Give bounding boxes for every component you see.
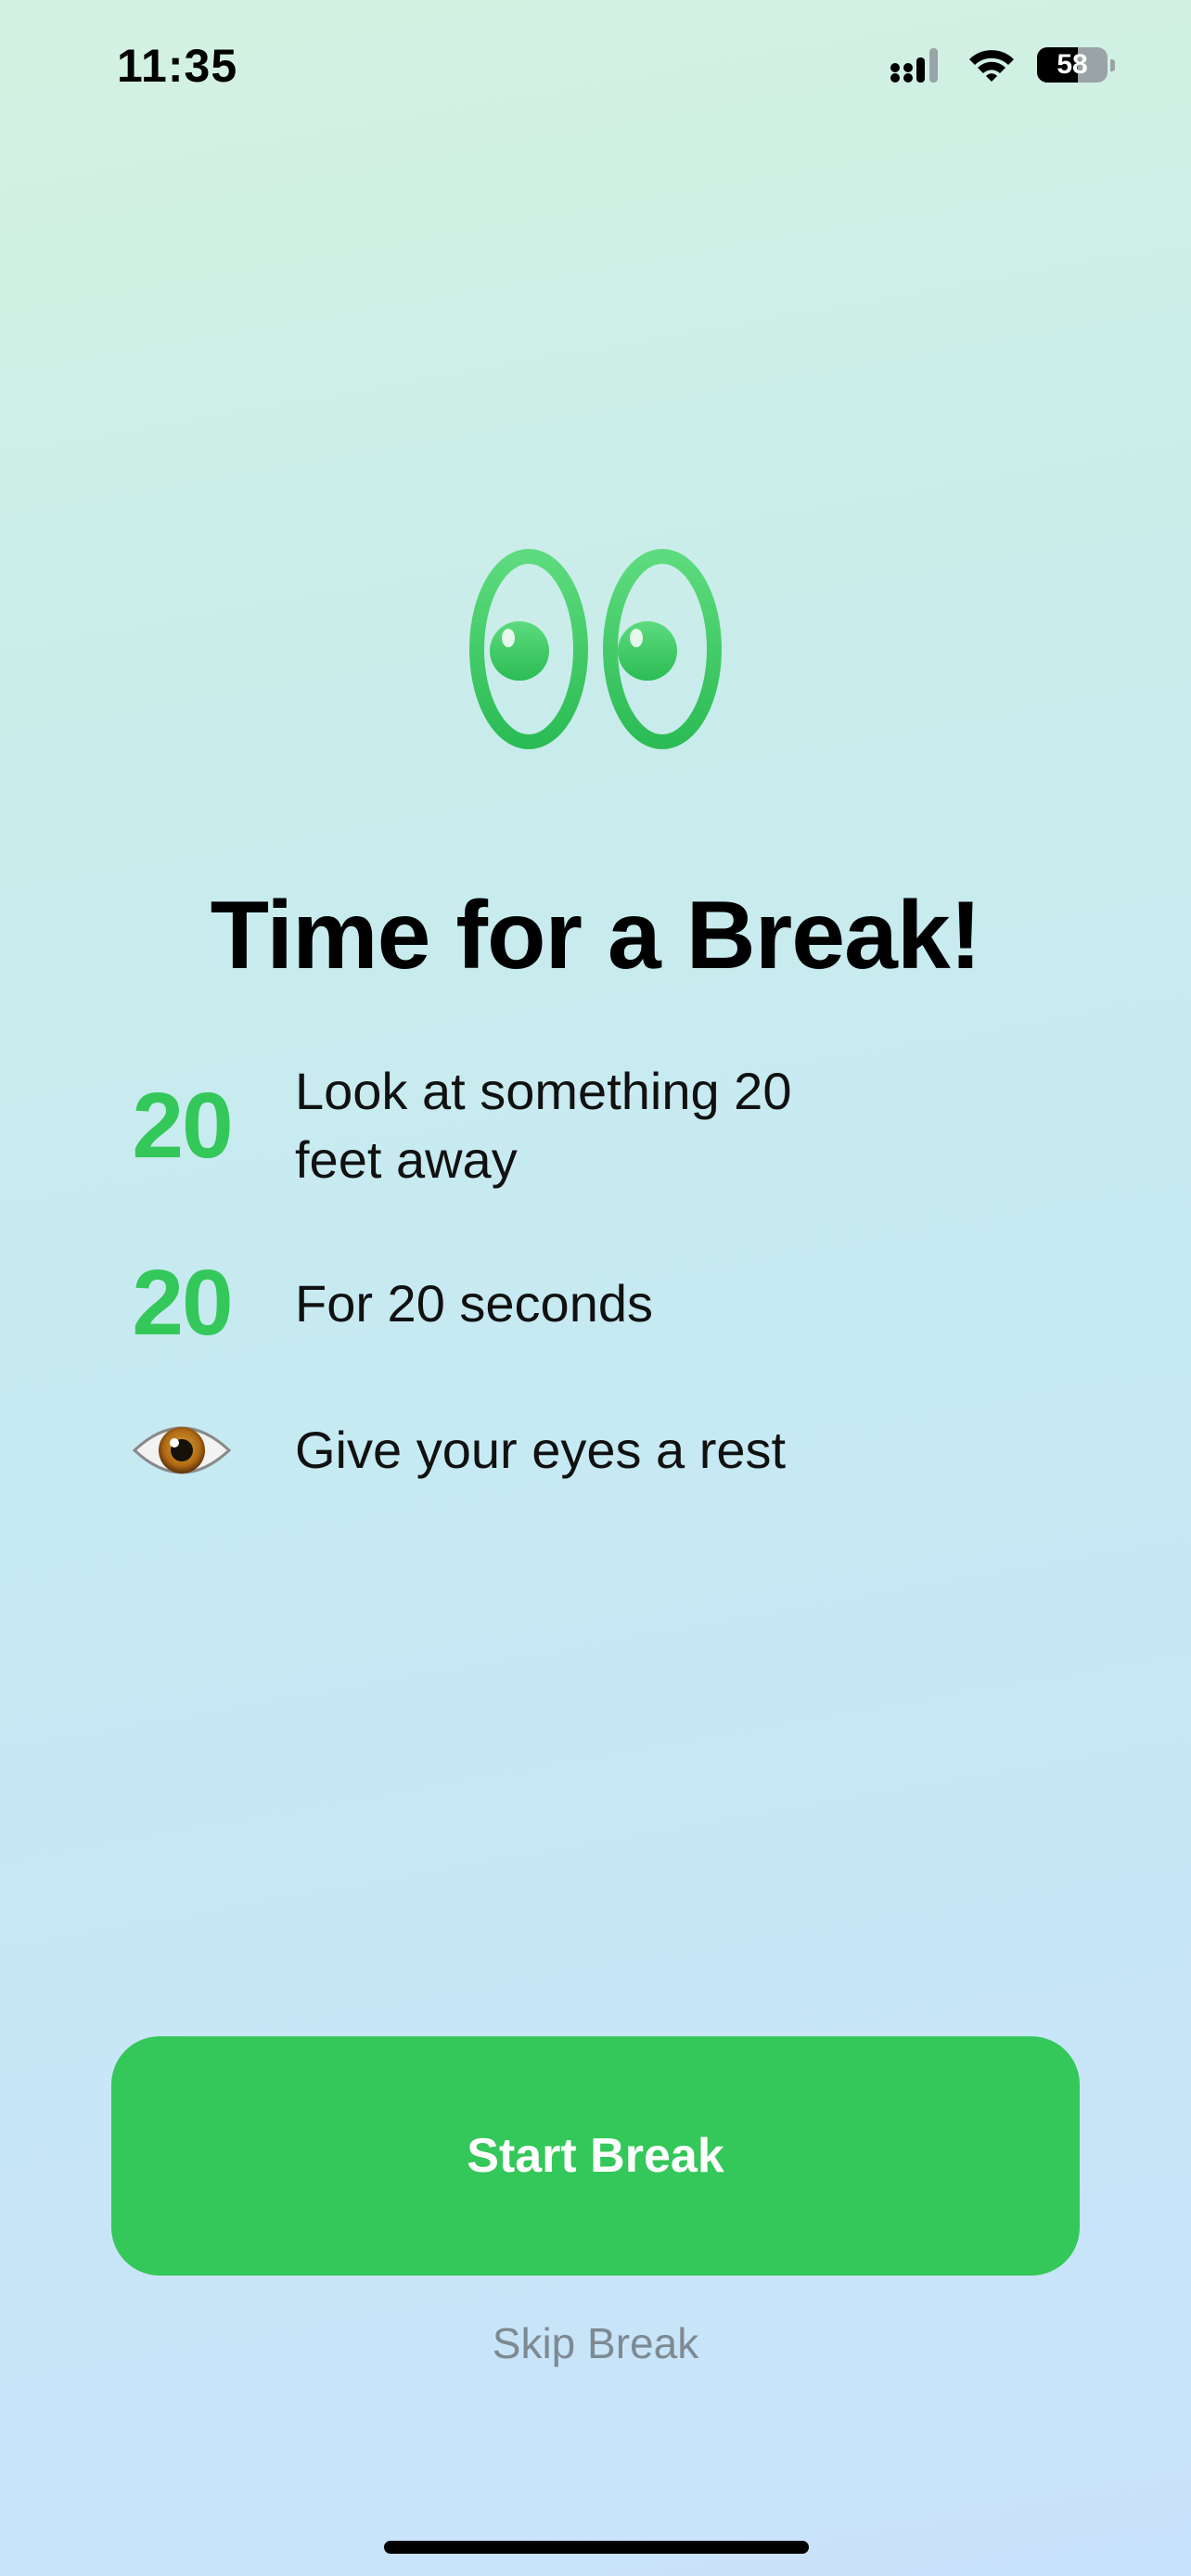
page-title: Time for a Break! [210, 882, 982, 989]
status-icons: 58 [890, 46, 1115, 83]
battery-level: 58 [1057, 49, 1088, 80]
rule-text: Give your eyes a rest [295, 1421, 787, 1479]
rule-distance: 20 Look at something 20 feet away [111, 1057, 1076, 1194]
rule-text: Look at something 20 feet away [295, 1062, 792, 1189]
battery-icon: 58 [1037, 47, 1108, 83]
home-indicator[interactable] [384, 2541, 809, 2554]
battery-cap [1110, 58, 1115, 71]
status-time: 11:35 [117, 40, 238, 92]
cellular-signal-icon [890, 48, 938, 83]
skip-break-link[interactable]: Skip Break [0, 2318, 1191, 2368]
start-break-button[interactable]: Start Break [111, 2036, 1080, 2276]
wifi-icon [969, 50, 1014, 82]
rule-number: 20 [132, 1073, 233, 1178]
rule-text: For 20 seconds [295, 1273, 653, 1333]
rule-rest: Give your eyes a rest [111, 1411, 1076, 1489]
status-bar: 11:35 58 [0, 0, 1191, 139]
rule-number: 20 [132, 1251, 233, 1355]
eye-emoji-icon [111, 1411, 252, 1489]
rule-duration: 20 For 20 seconds [111, 1250, 1076, 1357]
eyes-icon [469, 549, 722, 749]
